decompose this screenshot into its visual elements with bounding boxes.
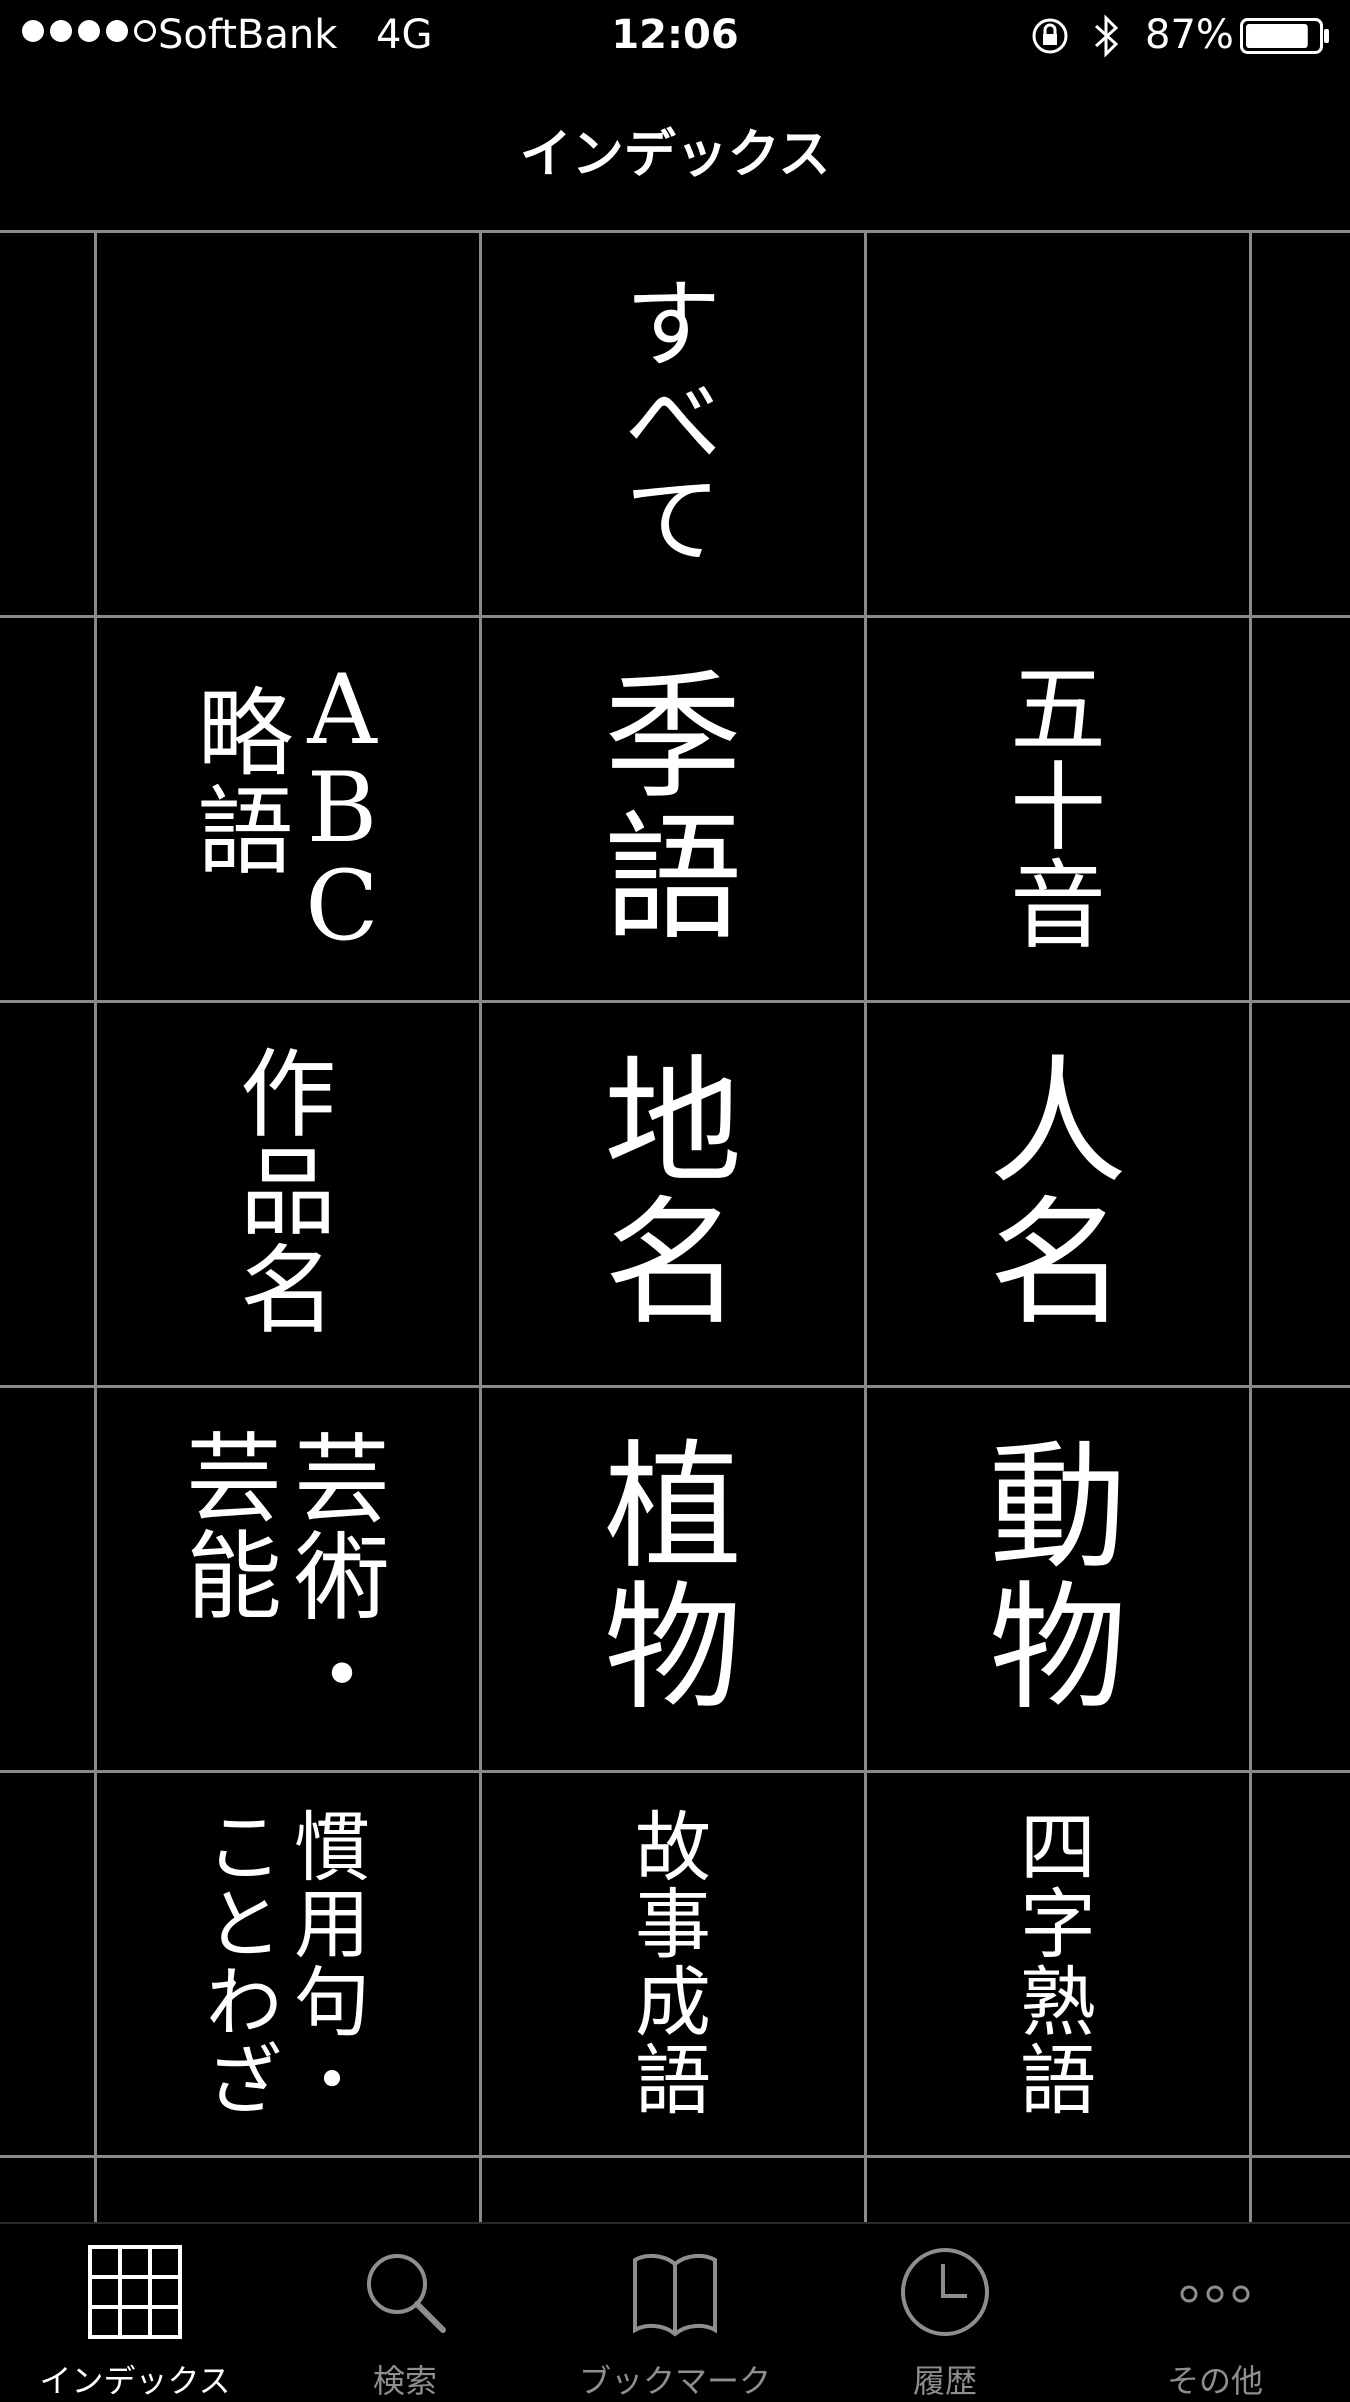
navigation-bar: インデックス (0, 72, 1350, 230)
more-icon (1180, 2285, 1250, 2303)
cell-text: 動物 (988, 1427, 1127, 1729)
tab-more[interactable]: その他 (1080, 2224, 1350, 2402)
book-icon (633, 2253, 717, 2337)
index-cell-idioms[interactable]: 慣用句・ ことわざ (97, 1773, 479, 2155)
tab-label: 履歴 (912, 2362, 977, 2400)
index-cell-four-char[interactable]: 四字熟語 (867, 1773, 1249, 2155)
rotation-lock-icon (1032, 18, 1068, 54)
battery-percentage: 87% (1145, 12, 1234, 58)
cell-text: 人名 (988, 1042, 1127, 1344)
cell-text: ABC (305, 654, 379, 962)
index-cell-abbreviation[interactable]: ABC 略語 (97, 618, 479, 1000)
tab-bookmark[interactable]: ブックマーク (540, 2224, 810, 2402)
cell-text: 四字熟語 (1020, 1802, 1096, 2125)
cell-text: 芸術・ (294, 1424, 390, 1732)
index-cell-season-word[interactable]: 季語 (482, 618, 864, 1000)
cell-text: すべて (625, 269, 721, 577)
page-title: インデックス (519, 125, 831, 185)
index-cell-plants[interactable]: 植物 (482, 1388, 864, 1770)
cell-text: 慣用句・ (294, 1802, 370, 2125)
cell-text: 作品名 (240, 1039, 336, 1347)
cell-text: 五十音 (1010, 654, 1106, 962)
index-cell-work-title[interactable]: 作品名 (97, 1003, 479, 1385)
cell-text: 故事成語 (635, 1802, 711, 2125)
tab-bar: インデックス 検索 ブックマーク 履歴 その他 (0, 2222, 1350, 2402)
tab-label: インデックス (39, 2362, 231, 2400)
tab-label: 検索 (372, 2362, 437, 2400)
index-cell-place-name[interactable]: 地名 (482, 1003, 864, 1385)
battery-icon (1240, 18, 1329, 54)
index-cell-animals[interactable]: 動物 (867, 1388, 1249, 1770)
index-cell-person-name[interactable]: 人名 (867, 1003, 1249, 1385)
index-cell-kotowaza-origin[interactable]: 故事成語 (482, 1773, 864, 2155)
index-cell-arts[interactable]: 芸術・ 芸能 (97, 1388, 479, 1770)
tab-search[interactable]: 検索 (270, 2224, 540, 2402)
tab-label: ブックマーク (578, 2362, 771, 2400)
index-cell-all[interactable]: すべて (482, 233, 864, 615)
status-bar: SoftBank 4G 12:06 87% (0, 0, 1350, 72)
clock-icon (901, 2248, 989, 2336)
cell-text: 地名 (603, 1042, 742, 1344)
cell-text: 季語 (603, 657, 742, 959)
bluetooth-icon (1094, 14, 1119, 58)
index-cell-gojuon[interactable]: 五十音 (867, 618, 1249, 1000)
tab-label: その他 (1166, 2362, 1263, 2400)
cell-text: 芸能 (186, 1423, 282, 1633)
cell-text: 植物 (603, 1427, 742, 1729)
cell-text: ことわざ (206, 1802, 282, 2125)
tab-index[interactable]: インデックス (0, 2224, 270, 2402)
grid-icon (88, 2245, 182, 2339)
tab-history[interactable]: 履歴 (810, 2224, 1080, 2402)
search-icon (367, 2254, 446, 2333)
cell-text: 略語 (197, 678, 294, 888)
index-grid: すべて ABC 略語 季語 五十音 作品名 地名 人名 芸術・ 芸能 植物 動物… (0, 230, 1350, 2230)
